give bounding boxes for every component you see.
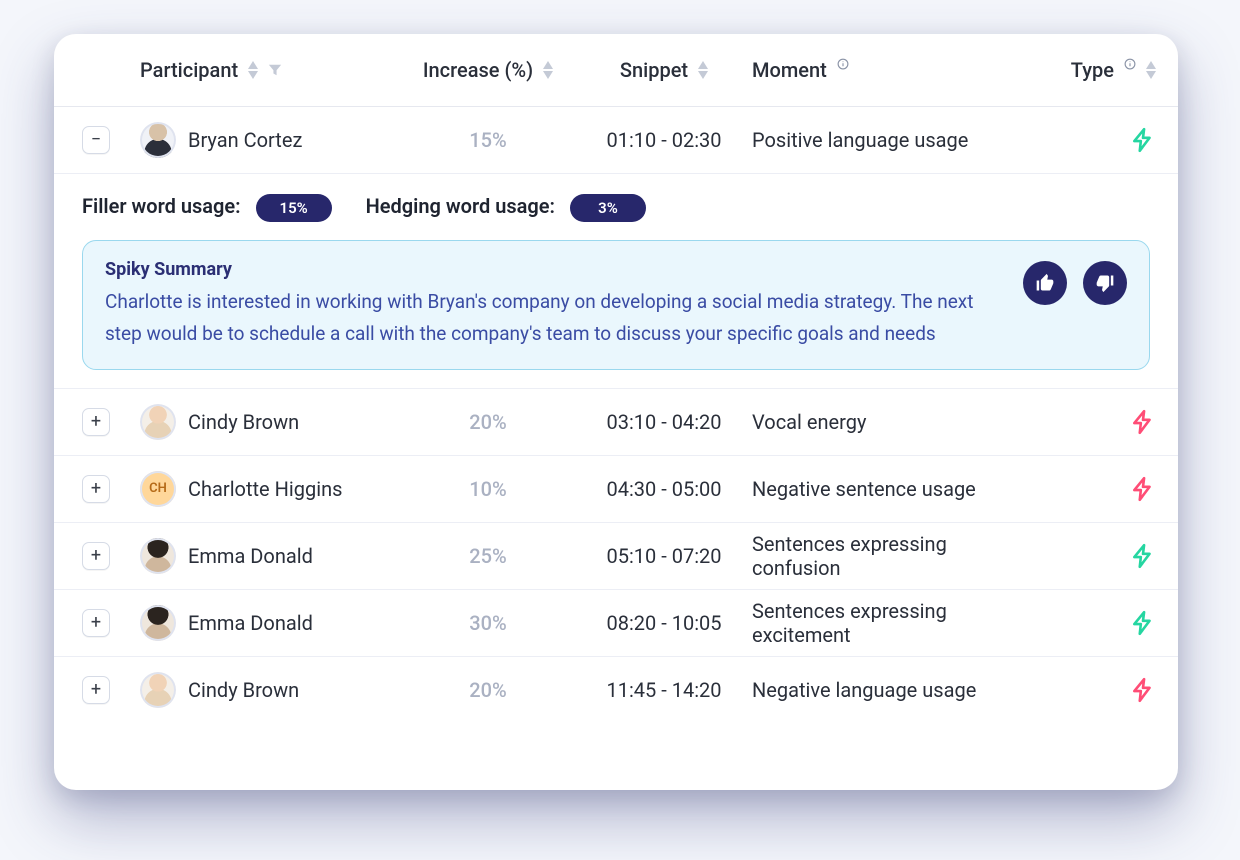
participant-name: Emma Donald	[188, 611, 313, 635]
sort-icon[interactable]	[698, 61, 708, 79]
table-row: − Bryan Cortez 15% 01:10 - 02:30 Positiv…	[54, 107, 1178, 174]
table-row: + Emma Donald 25% 05:10 - 07:20 Sentence…	[54, 523, 1178, 590]
filler-label: Filler word usage:	[82, 194, 241, 218]
moment-value: Positive language usage	[752, 128, 1036, 152]
col-moment-label: Moment	[752, 58, 827, 82]
increase-value: 15%	[400, 128, 576, 152]
col-type[interactable]: Type	[1036, 58, 1156, 82]
avatar	[140, 672, 176, 708]
sort-icon[interactable]	[543, 61, 553, 79]
avatar	[140, 404, 176, 440]
increase-value: 30%	[400, 611, 576, 635]
hedging-usage: Hedging word usage: 3%	[366, 194, 646, 222]
bolt-icon	[1130, 409, 1156, 435]
bolt-icon	[1130, 127, 1156, 153]
thumbs-down-button[interactable]	[1083, 261, 1127, 305]
filler-usage: Filler word usage: 15%	[82, 194, 332, 222]
col-snippet-label: Snippet	[620, 58, 688, 82]
snippet-value: 05:10 - 07:20	[576, 544, 752, 568]
bolt-icon	[1130, 610, 1156, 636]
summary-body: Charlotte is interested in working with …	[105, 286, 1001, 351]
increase-value: 20%	[400, 410, 576, 434]
summary-card: Spiky Summary Charlotte is interested in…	[82, 240, 1150, 370]
increase-value: 25%	[400, 544, 576, 568]
participant-name: Charlotte Higgins	[188, 477, 342, 501]
usage-metrics: Filler word usage: 15% Hedging word usag…	[82, 194, 1150, 222]
table-row: + CH Charlotte Higgins 10% 04:30 - 05:00…	[54, 456, 1178, 523]
avatar	[140, 538, 176, 574]
expanded-panel: Filler word usage: 15% Hedging word usag…	[54, 174, 1178, 389]
moment-value: Sentences expressing confusion	[752, 532, 1036, 580]
expand-toggle[interactable]: +	[82, 676, 110, 704]
expand-toggle[interactable]: +	[82, 408, 110, 436]
summary-title: Spiky Summary	[105, 259, 1001, 280]
col-moment[interactable]: Moment	[752, 58, 1036, 82]
analytics-table-card: Participant Increase (%) Snippet	[54, 34, 1178, 790]
snippet-value: 01:10 - 02:30	[576, 128, 752, 152]
snippet-value: 04:30 - 05:00	[576, 477, 752, 501]
bolt-icon	[1130, 543, 1156, 569]
avatar	[140, 122, 176, 158]
col-increase[interactable]: Increase (%)	[400, 58, 576, 82]
info-icon[interactable]	[1124, 64, 1136, 76]
col-increase-label: Increase (%)	[423, 58, 533, 82]
participant-name: Emma Donald	[188, 544, 313, 568]
increase-value: 10%	[400, 477, 576, 501]
snippet-value: 08:20 - 10:05	[576, 611, 752, 635]
hedging-label: Hedging word usage:	[366, 194, 555, 218]
col-type-label: Type	[1071, 58, 1114, 82]
avatar: CH	[140, 471, 176, 507]
table-body: − Bryan Cortez 15% 01:10 - 02:30 Positiv…	[54, 107, 1178, 723]
expand-toggle[interactable]: −	[82, 126, 110, 154]
moment-value: Sentences expressing excitement	[752, 599, 1036, 647]
thumbs-up-button[interactable]	[1023, 261, 1067, 305]
expand-toggle[interactable]: +	[82, 542, 110, 570]
filter-icon[interactable]	[268, 58, 282, 82]
col-participant[interactable]: Participant	[140, 58, 400, 82]
participant-name: Cindy Brown	[188, 678, 299, 702]
table-header: Participant Increase (%) Snippet	[54, 34, 1178, 107]
bolt-icon	[1130, 476, 1156, 502]
col-participant-label: Participant	[140, 58, 238, 82]
expand-toggle[interactable]: +	[82, 475, 110, 503]
table-row: + Cindy Brown 20% 03:10 - 04:20 Vocal en…	[54, 389, 1178, 456]
table-row: + Emma Donald 30% 08:20 - 10:05 Sentence…	[54, 590, 1178, 657]
sort-icon[interactable]	[1146, 61, 1156, 79]
moment-value: Negative language usage	[752, 678, 1036, 702]
snippet-value: 03:10 - 04:20	[576, 410, 752, 434]
increase-value: 20%	[400, 678, 576, 702]
snippet-value: 11:45 - 14:20	[576, 678, 752, 702]
filler-pill: 15%	[256, 194, 332, 222]
table-row: + Cindy Brown 20% 11:45 - 14:20 Negative…	[54, 657, 1178, 723]
moment-value: Vocal energy	[752, 410, 1036, 434]
hedging-pill: 3%	[570, 194, 646, 222]
bolt-icon	[1130, 677, 1156, 703]
info-icon[interactable]	[837, 64, 849, 76]
sort-icon[interactable]	[248, 61, 258, 79]
col-snippet[interactable]: Snippet	[576, 58, 752, 82]
participant-name: Bryan Cortez	[188, 128, 302, 152]
participant-name: Cindy Brown	[188, 410, 299, 434]
moment-value: Negative sentence usage	[752, 477, 1036, 501]
expand-toggle[interactable]: +	[82, 609, 110, 637]
avatar	[140, 605, 176, 641]
